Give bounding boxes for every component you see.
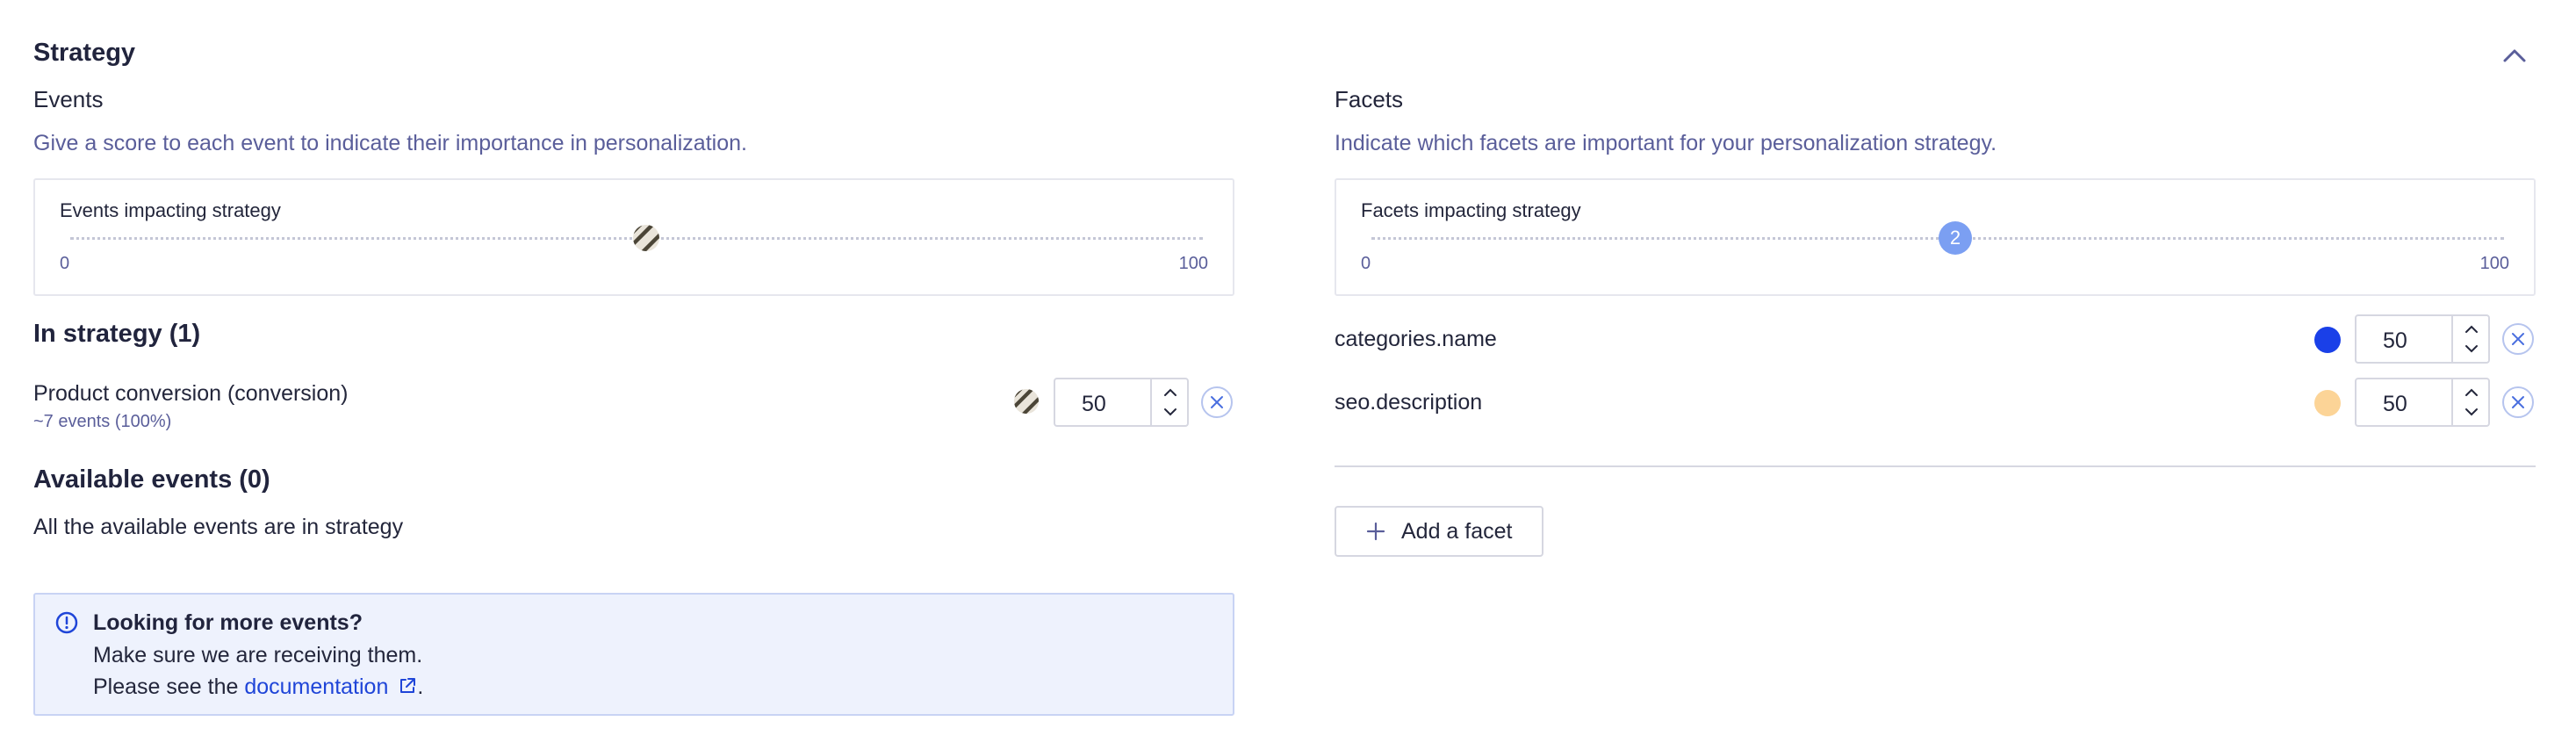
- facets-slider-label: Facets impacting strategy: [1361, 199, 1581, 221]
- event-color-swatch[interactable]: [1013, 388, 1040, 415]
- info-title: Looking for more events?: [93, 610, 363, 635]
- facet-score-value[interactable]: 50: [2383, 392, 2453, 417]
- external-link-icon[interactable]: [398, 676, 417, 696]
- facets-slider-handle[interactable]: 2: [1939, 221, 1972, 255]
- available-events-empty: All the available events are in strategy: [33, 515, 404, 539]
- plus-icon: [1366, 522, 1385, 541]
- chevron-up-icon[interactable]: [2464, 386, 2479, 399]
- event-score-value[interactable]: 50: [1082, 392, 1152, 417]
- facets-handle-count: 2: [1949, 227, 1961, 249]
- facet-color-dot[interactable]: [2314, 390, 2341, 416]
- info-line-3: Please see the documentation .: [93, 674, 423, 700]
- remove-facet-button[interactable]: [2502, 386, 2534, 418]
- chevron-down-icon[interactable]: [1162, 406, 1178, 418]
- striped-handle-icon: [633, 225, 659, 251]
- chevron-up-icon: [2503, 49, 2526, 62]
- info-line-2: Make sure we are receiving them.: [93, 643, 423, 667]
- facets-slider-track[interactable]: [1371, 237, 2504, 240]
- facets-description: Indicate which facets are important for …: [1335, 131, 1997, 155]
- info-line-3-prefix: Please see the: [93, 674, 245, 699]
- chevron-down-icon[interactable]: [2464, 343, 2479, 355]
- events-slider-max: 100: [1178, 254, 1208, 273]
- collapse-button[interactable]: [2495, 40, 2534, 70]
- facet-score-stepper[interactable]: 50: [2355, 314, 2490, 364]
- events-slider-handle[interactable]: [632, 224, 660, 252]
- chevron-up-icon[interactable]: [2464, 323, 2479, 335]
- available-events-title: Available events (0): [33, 465, 270, 494]
- documentation-link[interactable]: documentation: [244, 674, 417, 699]
- facets-slider-min: 0: [1361, 254, 1371, 273]
- close-icon: [1211, 396, 1223, 408]
- facet-score-stepper[interactable]: 50: [2355, 378, 2490, 427]
- add-facet-button[interactable]: Add a facet: [1335, 506, 1543, 557]
- events-slider-min: 0: [60, 254, 70, 273]
- facets-slider: Facets impacting strategy 2 0 100: [1335, 178, 2536, 296]
- events-slider-label: Events impacting strategy: [60, 199, 281, 221]
- facet-item-name: seo.description: [1335, 390, 1483, 415]
- chevron-down-icon[interactable]: [2464, 406, 2479, 418]
- event-item-meta: ~7 events (100%): [33, 412, 172, 431]
- facet-item-name: categories.name: [1335, 327, 1497, 351]
- remove-event-button[interactable]: [1201, 386, 1233, 418]
- events-description: Give a score to each event to indicate t…: [33, 131, 747, 155]
- remove-facet-button[interactable]: [2502, 323, 2534, 355]
- in-strategy-title: In strategy (1): [33, 320, 201, 348]
- info-line-3-suffix: .: [417, 674, 424, 699]
- close-icon: [2512, 333, 2524, 345]
- striped-swatch-icon: [1013, 388, 1040, 415]
- info-icon: [55, 611, 78, 634]
- strategy-title: Strategy: [33, 39, 136, 67]
- facets-slider-max: 100: [2479, 254, 2509, 273]
- chevron-up-icon[interactable]: [1162, 386, 1178, 399]
- info-callout: Looking for more events? Make sure we ar…: [33, 593, 1234, 716]
- event-item-name: Product conversion (conversion): [33, 381, 349, 406]
- close-icon: [2512, 396, 2524, 408]
- add-facet-label: Add a facet: [1401, 518, 1513, 544]
- facet-color-dot[interactable]: [2314, 327, 2341, 353]
- events-title: Events: [33, 86, 104, 112]
- facets-title: Facets: [1335, 86, 1404, 112]
- facets-divider: [1335, 465, 2536, 467]
- documentation-link-text[interactable]: documentation: [244, 674, 388, 699]
- events-slider: Events impacting strategy 0 100: [33, 178, 1234, 296]
- event-score-stepper[interactable]: 50: [1054, 378, 1189, 427]
- facet-score-value[interactable]: 50: [2383, 328, 2453, 354]
